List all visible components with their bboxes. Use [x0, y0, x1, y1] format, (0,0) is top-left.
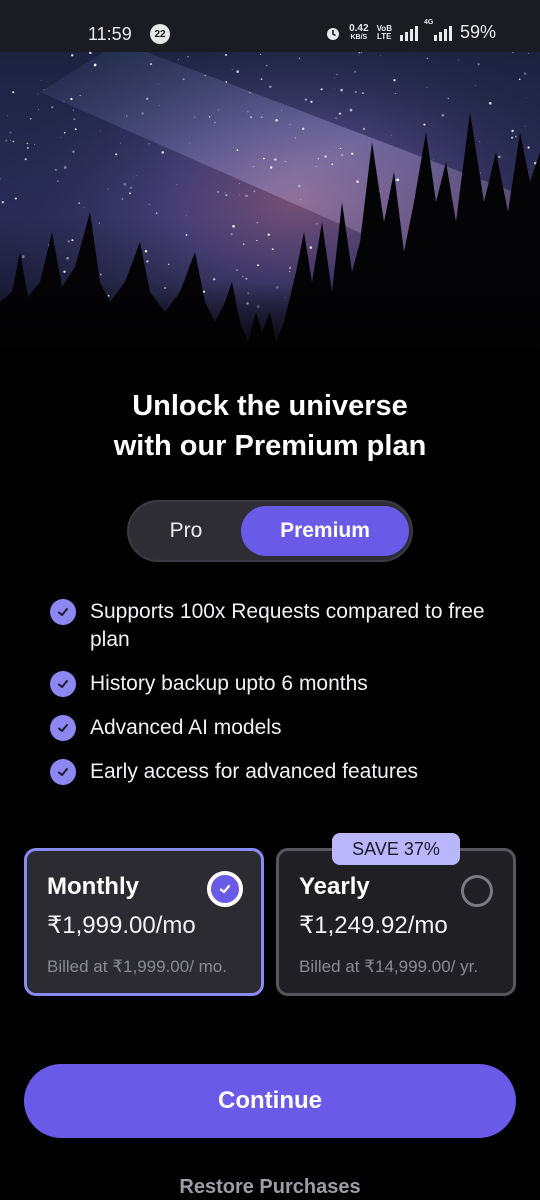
mobile-data-signal: 4G	[424, 19, 452, 41]
tab-premium[interactable]: Premium	[241, 506, 409, 556]
plan-billing-note: Billed at ₹1,999.00/ mo.	[47, 957, 227, 976]
feature-item: Early access for advanced features	[50, 758, 510, 786]
network-speed: 0.42 KB/S	[349, 22, 369, 41]
check-icon	[50, 715, 76, 741]
restore-purchases-link[interactable]: Restore Purchases	[0, 1176, 540, 1199]
feature-item: Supports 100x Requests compared to free …	[50, 598, 510, 654]
hero-image	[0, 52, 540, 382]
radio-unchecked-icon[interactable]	[461, 875, 493, 907]
feature-item: Advanced AI models	[50, 714, 510, 742]
plan-tier-toggle: Pro Premium	[127, 500, 413, 562]
plan-card-monthly[interactable]: Monthly ₹1,999.00/mo Billed at ₹1,999.00…	[24, 848, 264, 996]
feature-list: Supports 100x Requests compared to free …	[50, 598, 510, 802]
feature-text: Advanced AI models	[90, 716, 282, 739]
continue-button[interactable]: Continue	[24, 1064, 516, 1138]
check-icon	[50, 671, 76, 697]
signal-icon	[399, 25, 418, 41]
network-type: 4G	[423, 18, 434, 26]
night-sky-illustration	[0, 52, 540, 382]
plan-price: ₹1,999.00/mo	[47, 912, 196, 939]
plan-price: ₹1,249.92/mo	[299, 912, 448, 939]
feature-item: History backup upto 6 months	[50, 670, 510, 698]
status-icons: 0.42 KB/S VoB LTE 4G 59%	[325, 19, 496, 43]
status-time: 11:59	[88, 24, 132, 44]
feature-text: Supports 100x Requests compared to free …	[90, 600, 485, 651]
check-icon	[50, 759, 76, 785]
plan-card-yearly[interactable]: Yearly ₹1,249.92/mo Billed at ₹14,999.00…	[276, 848, 516, 996]
page-title: Unlock the universe with our Premium pla…	[113, 390, 427, 462]
feature-text: Early access for advanced features	[90, 760, 419, 783]
radio-checked-icon[interactable]	[207, 871, 243, 907]
alarm-icon	[327, 27, 340, 40]
tab-pro[interactable]: Pro	[129, 502, 243, 560]
signal-icon-2	[433, 25, 452, 41]
savings-badge: SAVE 37%	[332, 833, 460, 865]
check-icon	[50, 599, 76, 625]
status-bar: 11:59 22 0.42 KB/S VoB LTE 4G 59%	[0, 0, 540, 52]
feature-text: History backup upto 6 months	[90, 672, 368, 695]
volte-indicator: VoB LTE	[376, 23, 392, 41]
plan-billing-note: Billed at ₹14,999.00/ yr.	[299, 957, 479, 976]
notification-count-badge: 22	[150, 24, 170, 44]
battery-level: 59%	[459, 22, 496, 42]
